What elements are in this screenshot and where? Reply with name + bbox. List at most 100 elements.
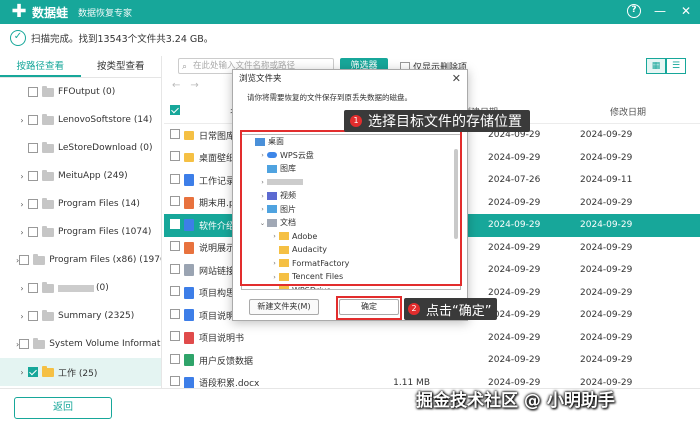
modified-date: 2024-09-29: [580, 152, 633, 163]
row-checkbox[interactable]: [170, 353, 180, 364]
tree-item[interactable]: › Program Files (14): [0, 190, 161, 218]
dialog-message: 请你将需要恢复的文件保存到原丢失数据的磁盘。: [247, 93, 412, 102]
created-date: 2024-09-29: [488, 332, 541, 343]
row-check-cell: [164, 173, 180, 187]
row-check-cell: [164, 263, 180, 277]
folder-file-icon: [184, 130, 194, 140]
folder-file-icon: [184, 153, 194, 163]
tree-label: Program Files (14): [58, 199, 140, 209]
view-tabs: 按路径查看 按类型查看: [0, 56, 161, 78]
tree-item[interactable]: › MeituApp (249): [0, 162, 161, 190]
help-button[interactable]: ?: [626, 3, 642, 19]
file-name: 用户反馈数据: [199, 356, 254, 367]
row-check-cell: [164, 196, 180, 209]
chevron-right-icon[interactable]: ›: [16, 284, 28, 293]
minimize-button[interactable]: —: [652, 3, 668, 19]
folder-icon: [42, 281, 54, 293]
file-name: 项目说明书: [199, 334, 245, 345]
tree-checkbox[interactable]: [28, 199, 38, 209]
forward-arrow-icon[interactable]: →: [190, 80, 198, 91]
tree-checkbox[interactable]: [28, 115, 38, 125]
tree-checkbox[interactable]: [28, 311, 38, 321]
tree-item[interactable]: › Program Files (1074): [0, 218, 161, 246]
row-checkbox[interactable]: [170, 376, 180, 387]
chevron-right-icon[interactable]: ›: [16, 200, 28, 209]
modified-date: 2024-09-29: [580, 197, 633, 208]
row-checkbox[interactable]: [170, 308, 180, 319]
row-check-cell: [164, 241, 180, 254]
left-panel: 按路径查看 按类型查看 FFOutput (0) › LenovoSoftstore…: [0, 56, 162, 388]
dialog-close-button[interactable]: ✕: [452, 70, 461, 88]
tree-checkbox[interactable]: [19, 339, 30, 349]
row-checkbox[interactable]: [170, 263, 180, 274]
nav-buttons: ← →: [172, 80, 199, 91]
new-folder-button[interactable]: 新建文件夹(M): [249, 299, 319, 315]
step2-text: 点击“确定”: [426, 303, 492, 319]
tree-checkbox[interactable]: [28, 367, 38, 377]
close-button[interactable]: ✕: [678, 3, 694, 19]
file-name: 桌面壁纸: [199, 154, 236, 165]
tree-checkbox[interactable]: [28, 283, 38, 293]
row-checkbox[interactable]: [170, 286, 180, 297]
tree-item[interactable]: › LenovoSoftstore (14): [0, 106, 161, 134]
chevron-right-icon[interactable]: ›: [16, 116, 28, 125]
app-logo: ✚ 数据蛙: [10, 3, 68, 21]
doc-file-icon: [184, 309, 194, 322]
row-check-cell: [164, 151, 180, 164]
grid-view-button[interactable]: ▦: [646, 58, 666, 74]
tab-by-path[interactable]: 按路径查看: [0, 56, 81, 77]
row-checkbox[interactable]: [170, 218, 180, 229]
row-checkbox[interactable]: [170, 196, 180, 207]
tree-checkbox[interactable]: [28, 87, 38, 97]
select-all-checkbox[interactable]: [170, 105, 180, 115]
modified-date: 2024-09-29: [580, 242, 633, 253]
step1-callout: 1 选择目标文件的存储位置: [344, 110, 530, 132]
tree-item[interactable]: › 工作 (25): [0, 358, 161, 386]
view-toggle: ▦ ☰: [646, 58, 686, 74]
file-name-cell: 用户反馈数据: [180, 354, 330, 367]
row-checkbox[interactable]: [170, 151, 180, 162]
folder-icon: [42, 169, 54, 181]
tree-checkbox[interactable]: [28, 171, 38, 181]
row-checkbox[interactable]: [170, 173, 180, 184]
list-view-button[interactable]: ☰: [666, 58, 686, 74]
tree-item[interactable]: › Program Files (x86) (1976: [0, 246, 161, 274]
chevron-right-icon[interactable]: ›: [16, 368, 28, 377]
table-row[interactable]: 项目说明书 2024-09-29 2024-09-29: [164, 327, 700, 350]
tab-by-type[interactable]: 按类型查看: [81, 56, 162, 77]
tree-item[interactable]: › System Volume Informati: [0, 330, 161, 358]
doc-file-icon: [184, 219, 194, 232]
tree-item[interactable]: › Summary (2325): [0, 302, 161, 330]
tree-checkbox[interactable]: [28, 143, 38, 153]
modified-date: 2024-09-29: [580, 332, 633, 343]
col-modified[interactable]: 修改日期: [550, 105, 670, 118]
row-check-cell: [164, 286, 180, 299]
folder-icon: [42, 85, 54, 97]
row-checkbox[interactable]: [170, 128, 180, 139]
folder-icon: [33, 337, 46, 349]
ppt-file-icon: [184, 196, 194, 209]
row-check-cell: [164, 353, 180, 367]
file-name-cell: 项目说明书: [180, 331, 330, 344]
pdf-file-icon: [184, 331, 194, 344]
table-row[interactable]: 用户反馈数据 2024-09-29 2024-09-29: [164, 349, 700, 372]
chevron-right-icon[interactable]: ›: [16, 312, 28, 321]
dialog-title: 浏览文件夹: [239, 74, 282, 84]
tree-label: (0): [96, 283, 109, 293]
tree-checkbox[interactable]: [28, 227, 38, 237]
back-arrow-icon[interactable]: ←: [172, 80, 180, 91]
chevron-right-icon[interactable]: ›: [16, 172, 28, 181]
back-button[interactable]: 返回: [14, 397, 112, 419]
tree-item[interactable]: › (0): [0, 274, 161, 302]
tree-item[interactable]: FFOutput (0): [0, 78, 161, 106]
tree-label: System Volume Informati: [49, 339, 162, 349]
watermark: 掘金技术社区 @ 小明助手: [416, 391, 615, 411]
tree-item[interactable]: LeStoreDownload (0): [0, 134, 161, 162]
row-checkbox[interactable]: [170, 241, 180, 252]
search-icon: ⌕: [182, 62, 188, 72]
highlight-folder-tree: [240, 130, 462, 286]
tree-checkbox[interactable]: [19, 255, 30, 265]
row-checkbox[interactable]: [170, 331, 180, 342]
chevron-right-icon[interactable]: ›: [16, 228, 28, 237]
tree-label: 工作 (25): [58, 368, 98, 379]
